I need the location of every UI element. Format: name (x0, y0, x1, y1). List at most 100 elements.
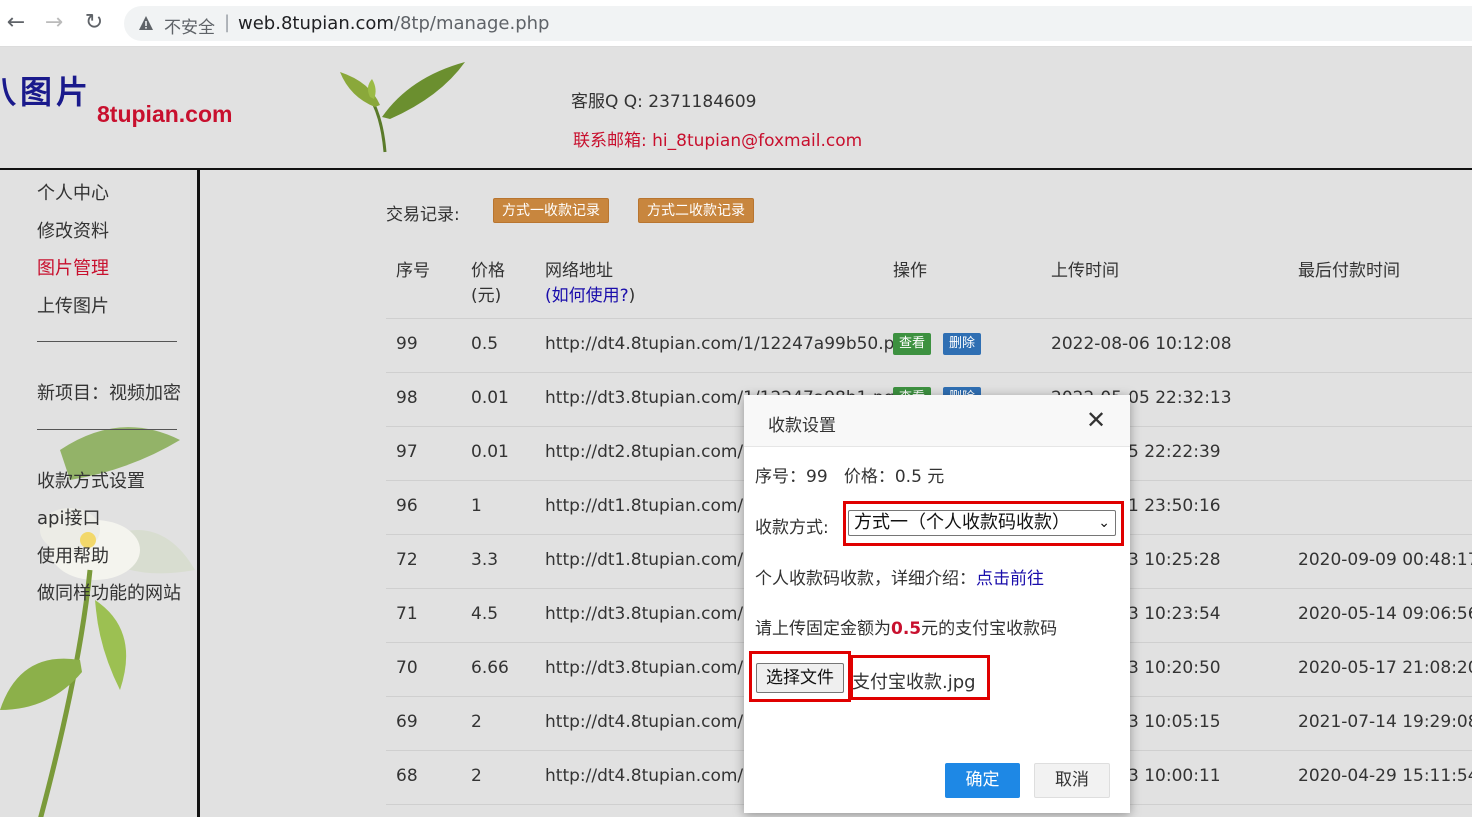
insecure-label: 不安全 (164, 18, 215, 38)
sidebar-item-help[interactable]: 使用帮助 (37, 542, 109, 568)
warning-icon (139, 16, 153, 30)
row-id: 72 (396, 550, 418, 570)
row-upload-time: 3 10:20:50 (1128, 658, 1221, 678)
row-id: 98 (396, 388, 418, 408)
how-to-use-link[interactable]: 如何使用? (552, 286, 629, 306)
upload-amount: 0.5 (891, 619, 922, 639)
row-upload-time: 2022-08-06 10:12:08 (1051, 334, 1232, 354)
payment-settings-dialog: 收款设置 ✕ 序号：99 价格：0.5 元 收款方式: 方式一（个人收款码收款）… (744, 395, 1130, 813)
upload-suffix: 元的支付宝收款码 (921, 619, 1058, 639)
header-url-line2: (如何使用?) (545, 284, 635, 309)
row-price: 6.66 (471, 658, 509, 678)
header-price: 价格 (元) (471, 259, 505, 309)
table-row: 99 0.5 http://dt4.8tupian.com/1/12247a99… (386, 319, 1472, 373)
row-id: 69 (396, 712, 418, 732)
header-upload-time: 上传时间 (1051, 261, 1119, 281)
dialog-header: 收款设置 ✕ (744, 395, 1130, 447)
sidebar-item-profile[interactable]: 个人中心 (37, 179, 109, 205)
reload-icon[interactable]: ↻ (80, 9, 108, 37)
row-id: 70 (396, 658, 418, 678)
sidebar-item-clone-site[interactable]: 做同样功能的网站 (37, 579, 181, 605)
row-last-pay: 2020-04-29 15:11:54 (1298, 766, 1472, 786)
sidebar-item-payment-settings[interactable]: 收款方式设置 (37, 467, 145, 493)
sidebar-item-edit-info[interactable]: 修改资料 (37, 217, 109, 243)
header-price-line2: (元) (471, 286, 502, 306)
customer-service-qq: 客服Q Q: 2371184609 (571, 92, 757, 112)
row-id: 68 (396, 766, 418, 786)
row-id: 97 (396, 442, 418, 462)
sidebar-divider (37, 341, 177, 342)
header-operation: 操作 (893, 261, 927, 281)
confirm-button[interactable]: 确定 (945, 763, 1020, 798)
row-price: 0.01 (471, 442, 509, 462)
intro-link[interactable]: 点击前往 (976, 569, 1044, 589)
url-host: web.8tupian.com (238, 13, 394, 34)
dialog-id: 序号：99 (755, 467, 828, 487)
row-price: 2 (471, 766, 482, 786)
row-upload-time: 3 10:23:54 (1128, 604, 1221, 624)
transaction-records-label: 交易记录: (386, 205, 460, 225)
row-id: 99 (396, 334, 418, 354)
header-price-line1: 价格 (471, 261, 505, 281)
header-url-line1: 网络地址 (545, 261, 613, 281)
dialog-price: 价格：0.5 元 (843, 467, 945, 487)
url-separator: | (224, 12, 231, 33)
row-price: 0.01 (471, 388, 509, 408)
row-last-pay: 2021-07-14 19:29:08 (1298, 712, 1472, 732)
sidebar-item-video-encrypt[interactable]: 新项目：视频加密 (37, 379, 181, 405)
sidebar-item-api[interactable]: api接口 (37, 504, 100, 530)
row-url: http://dt2.8tupian.com/1/1 (545, 442, 771, 462)
cancel-button[interactable]: 取消 (1034, 763, 1110, 798)
table-header-row: 序号 价格 (元) 网络地址 (如何使用?) 操作 上传时间 最后付款时间 (386, 247, 1472, 319)
row-price: 2 (471, 712, 482, 732)
logo-english: 8tupian.com (97, 101, 233, 127)
row-upload-time: 5 22:22:39 (1128, 442, 1221, 462)
url-path: /8tp/manage.php (393, 13, 550, 34)
tea-leaf-image (340, 62, 465, 153)
header-last-pay-time: 最后付款时间 (1298, 261, 1400, 281)
browser-toolbar: ← → ↻ 不安全 | web.8tupian.com/8tp/manage.p… (0, 0, 1472, 47)
method1-records-button[interactable]: 方式一收款记录 (493, 198, 609, 223)
row-upload-time: 3 10:25:28 (1128, 550, 1221, 570)
header-url-help-close: ) (628, 286, 636, 306)
row-last-pay: 2020-05-17 21:08:20 (1298, 658, 1472, 678)
method2-records-button[interactable]: 方式二收款记录 (638, 198, 754, 223)
method-intro-text: 个人收款码收款，详细介绍： (755, 569, 976, 589)
row-upload-time: 3 10:00:11 (1128, 766, 1221, 786)
close-icon[interactable]: ✕ (1086, 408, 1106, 432)
method-intro: 个人收款码收款，详细介绍：点击前往 (755, 564, 1044, 589)
highlight-box (843, 501, 1124, 546)
delete-button[interactable]: 删除 (943, 333, 982, 355)
sidebar-item-upload[interactable]: 上传图片 (37, 292, 109, 318)
address-bar[interactable]: 不安全 | web.8tupian.com/8tp/manage.php (124, 6, 1472, 41)
logo-chinese: 八图片 (0, 73, 93, 111)
upload-instruction: 请上传固定金额为0.5元的支付宝收款码 (755, 614, 1057, 639)
dialog-title: 收款设置 (768, 416, 836, 436)
header-url-help-open: ( (545, 286, 552, 306)
sidebar: 个人中心 修改资料 图片管理 上传图片 新项目：视频加密 收款方式设置 api接… (0, 170, 200, 817)
url-text: web.8tupian.com/8tp/manage.php (238, 13, 549, 34)
row-upload-time: 1 23:50:16 (1128, 496, 1221, 516)
highlight-box (850, 655, 990, 700)
payment-method-label: 收款方式: (755, 518, 829, 538)
upload-prefix: 请上传固定金额为 (755, 619, 891, 639)
row-price: 0.5 (471, 334, 499, 354)
row-url: http://dt3.8tupian.com/122 (545, 658, 776, 678)
row-price: 1 (471, 496, 482, 516)
view-button[interactable]: 查看 (893, 333, 932, 355)
row-id: 71 (396, 604, 418, 624)
forward-arrow-icon[interactable]: → (40, 9, 68, 37)
row-url: http://dt4.8tupian.com/1/12247a99b50.pg3 (545, 334, 917, 354)
site-header: 八图片 8tupian.com 客服Q Q: 2371184609 联系邮箱: … (0, 47, 1472, 170)
sidebar-item-image-manage[interactable]: 图片管理 (37, 254, 109, 280)
row-url: http://dt3.8tupian.com/122 (545, 604, 776, 624)
row-price: 4.5 (471, 604, 499, 624)
header-id: 序号 (396, 261, 430, 281)
highlight-box (749, 651, 851, 702)
row-url: http://dt1.8tupian.com/122 (545, 496, 776, 516)
sidebar-divider (37, 429, 177, 430)
row-last-pay: 2020-09-09 00:48:17 (1298, 550, 1472, 570)
row-url: http://dt4.8tupian.com/122 (545, 712, 776, 732)
back-arrow-icon[interactable]: ← (2, 9, 30, 37)
header-url: 网络地址 (如何使用?) (545, 259, 635, 309)
